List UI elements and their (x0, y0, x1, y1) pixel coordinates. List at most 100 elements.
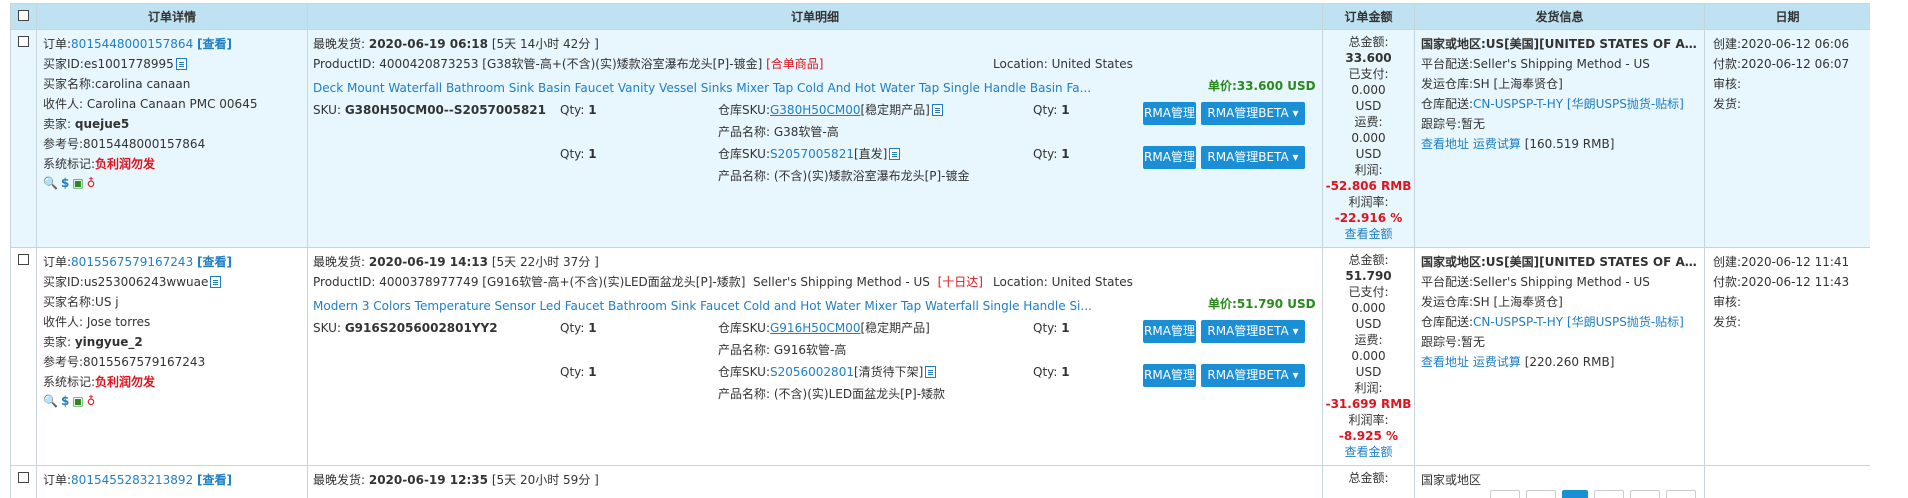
date-cell: 创建:2020-06-12 11:41 付款:2020-06-12 11:43 … (1704, 247, 1870, 466)
product-title-link[interactable]: Deck Mount Waterfall Bathroom Sink Basin… (313, 78, 1183, 98)
qty-line-2: Qty: 1 (560, 365, 597, 379)
total-amount: 51.790 (1345, 269, 1392, 283)
money-bag-icon[interactable]: ♁ (87, 392, 96, 410)
money-icon[interactable]: ▣ (72, 174, 83, 192)
warehouse-sku-link[interactable]: S2056002801 (770, 365, 854, 379)
warehouse-shipping-line: 仓库配送:CN-USPSP-T-HY [华朗USPS抛货-贴标] (1421, 97, 1684, 111)
memo-icon[interactable] (931, 104, 943, 116)
warehouse-sku-link[interactable]: S2057005821 (770, 147, 854, 161)
rma-beta-dropdown[interactable]: RMA管理BETA ▾ (1201, 320, 1305, 343)
sku: G380H50CM00--S2057005821 (344, 103, 546, 117)
product-id-line: ProductID: 4000420873253 [G38软管-高+(不含)(实… (313, 57, 824, 71)
rma-button[interactable]: RMA管理 (1143, 102, 1196, 125)
order-tag: [十日达] (937, 275, 983, 289)
product-title-link[interactable]: Modern 3 Colors Temperature Sensor Led F… (313, 296, 1183, 316)
system-flag: 负利润勿发 (95, 375, 156, 389)
search-icon[interactable]: 🔍 (43, 392, 58, 410)
seller-line: 卖家: quejue5 (43, 117, 130, 131)
warehouse-sku-line-1: 仓库SKU:G916H50CM00[稳定期产品] (718, 321, 930, 335)
freight-trial-link[interactable]: 运费试算 (1473, 137, 1521, 151)
rma-button[interactable]: RMA管理 (1143, 320, 1196, 343)
money-icon[interactable]: ▣ (72, 392, 83, 410)
latest-ship-line: 最晚发货: 2020-06-19 06:18 [5天 14小时 42分 ] (313, 37, 599, 51)
page-button-active[interactable] (1562, 490, 1588, 498)
recipient: 收件人: Jose torres (43, 315, 151, 329)
page-button[interactable] (1594, 490, 1624, 498)
order-number-line: 订单:8015567579167243 [查看] (43, 255, 233, 269)
order-number-link[interactable]: 8015567579167243 (71, 255, 193, 269)
margin-label: 利润率: (1348, 195, 1389, 209)
order-amount-cell: 总金额: 33.600 已支付: 0.000 USD 运费: 0.000 USD… (1322, 29, 1415, 248)
order-amount-cell: 总金额: (1322, 465, 1415, 498)
view-amount-link[interactable]: 查看金额 (1324, 444, 1414, 460)
view-amount-link[interactable]: 查看金额 (1324, 226, 1414, 242)
reference-number: 参考号:8015448000157864 (43, 137, 206, 151)
rma-button[interactable]: RMA管理 (1143, 364, 1196, 387)
created-date: 创建:2020-06-12 11:41 (1713, 255, 1850, 269)
rma-beta-dropdown[interactable]: RMA管理BETA ▾ (1201, 364, 1305, 387)
paid-label: 已支付: (1348, 67, 1389, 81)
view-order-link[interactable]: [查看] (197, 37, 232, 51)
page-button[interactable] (1630, 490, 1660, 498)
latest-ship-date: 2020-06-19 14:13 (368, 255, 488, 269)
header-details: 订单详情 (36, 3, 308, 30)
latest-ship-remaining: [5天 20小时 59分 ] (491, 473, 599, 487)
address-trial-line: 查看地址 运费试算 [160.519 RMB] (1421, 134, 1698, 154)
dispatch-warehouse: 发运仓库:SH [上海奉贤仓] (1421, 295, 1563, 309)
freight-amount: 0.000 (1351, 349, 1386, 363)
dollar-icon[interactable]: $ (61, 392, 69, 410)
page-button[interactable] (1490, 490, 1520, 498)
header-items: 订单明细 (307, 3, 1323, 30)
order-details-cell: 订单:8015448000157864 [查看] 买家ID:es10017789… (36, 29, 308, 248)
orders-table-wrapper: 订单详情 订单明细 订单金额 发货信息 日期 订单:80154480001578… (10, 3, 1870, 498)
order-number-link[interactable]: 8015455283213892 (71, 473, 193, 487)
rma-beta-dropdown[interactable]: RMA管理BETA ▾ (1201, 146, 1305, 169)
memo-icon[interactable] (175, 58, 187, 70)
table-row: 订单:8015567579167243 [查看] 买家ID:us25300624… (10, 247, 1870, 466)
order-items-cell: 最晚发货: 2020-06-19 06:18 [5天 14小时 42分 ] Pr… (307, 29, 1323, 248)
table-row: 订单:8015448000157864 [查看] 买家ID:es10017789… (10, 29, 1870, 248)
latest-ship-line: 最晚发货: 2020-06-19 14:13 [5天 22小时 37分 ] (313, 255, 599, 269)
row-checkbox[interactable] (18, 472, 29, 483)
platform-shipping: 平台配送:Seller's Shipping Method - US (1421, 57, 1650, 71)
sku: G916S2056002801YY2 (344, 321, 498, 335)
select-all-checkbox[interactable] (18, 9, 29, 21)
row-checkbox[interactable] (18, 36, 29, 47)
profit-label: 利润: (1354, 163, 1383, 177)
memo-icon[interactable] (210, 276, 222, 288)
freight-amount: 0.000 (1351, 131, 1386, 145)
freight-currency: USD (1355, 147, 1382, 161)
order-number-link[interactable]: 8015448000157864 (71, 37, 193, 51)
memo-icon[interactable] (889, 148, 901, 160)
order-number-line: 订单:8015455283213892 [查看] (43, 473, 233, 487)
sku-line: SKU: G916S2056002801YY2 (313, 321, 498, 335)
money-bag-icon[interactable]: ♁ (87, 174, 96, 192)
search-icon[interactable]: 🔍 (43, 174, 58, 192)
row-checkbox[interactable] (18, 254, 29, 265)
rma-beta-dropdown[interactable]: RMA管理BETA ▾ (1201, 102, 1305, 125)
warehouse-sku-link[interactable]: G916H50CM00 (770, 321, 861, 335)
view-order-link[interactable]: [查看] (197, 255, 232, 269)
page-button[interactable] (1666, 490, 1696, 498)
view-address-link[interactable]: 查看地址 (1421, 355, 1469, 369)
shipping-info-cell: 国家或地区:US[美国][UNITED STATES OF AME... 平台配… (1414, 247, 1705, 466)
rma-button[interactable]: RMA管理 (1143, 146, 1196, 169)
header-amount: 订单金额 (1322, 3, 1415, 30)
view-address-link[interactable]: 查看地址 (1421, 137, 1469, 151)
total-amount: 33.600 (1345, 51, 1392, 65)
country: 国家或地区:US[美国][UNITED STATES OF AME... (1421, 37, 1698, 51)
country: 国家或地区:US[美国][UNITED STATES OF AME... (1421, 255, 1698, 269)
buyer-id-line: 买家ID:us253006243wwuae (43, 272, 301, 292)
latest-ship-date: 2020-06-19 12:35 (368, 473, 488, 487)
dollar-icon[interactable]: $ (61, 174, 69, 192)
warehouse-sku-link[interactable]: G380H50CM00 (770, 103, 861, 117)
warehouse-shipping-link[interactable]: CN-USPSP-T-HY [华朗USPS抛货-贴标] (1473, 315, 1684, 329)
page-button[interactable] (1526, 490, 1556, 498)
latest-ship-remaining: [5天 14小时 42分 ] (491, 37, 599, 51)
margin-value: -22.916 % (1334, 211, 1403, 225)
system-flag-line: 系统标记:负利润勿发 (43, 157, 156, 171)
memo-icon[interactable] (925, 366, 937, 378)
freight-trial-link[interactable]: 运费试算 (1473, 355, 1521, 369)
warehouse-shipping-link[interactable]: CN-USPSP-T-HY [华朗USPS抛货-贴标] (1473, 97, 1684, 111)
view-order-link[interactable]: [查看] (197, 473, 232, 487)
